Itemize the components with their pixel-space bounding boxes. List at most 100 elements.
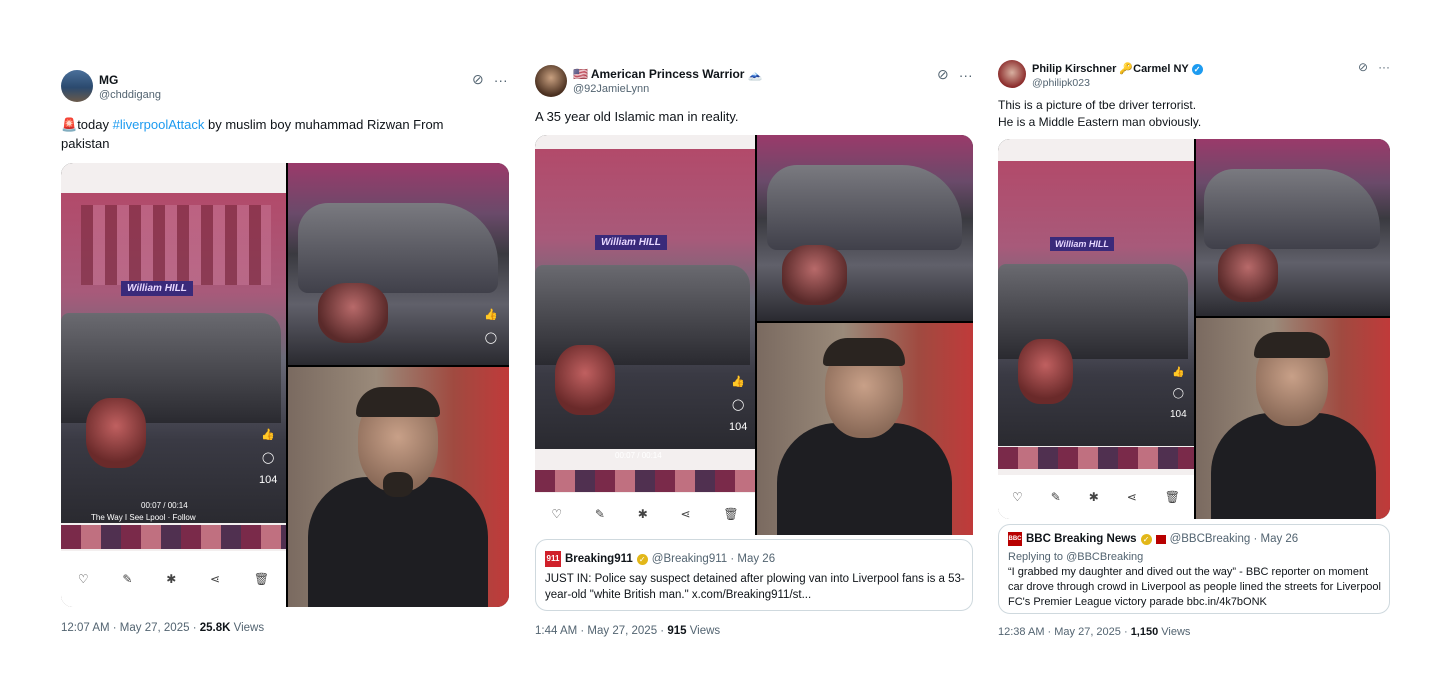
quoted-author-handle[interactable]: @BBCBreaking · May 26 (1170, 533, 1299, 545)
quoted-post-text: “I grabbed my daughter and dived out the… (1008, 566, 1381, 608)
siren-emoji: 🚨 (61, 117, 78, 132)
post-text-start: today (77, 117, 113, 132)
bbc-news-avatar: BBC (1008, 532, 1022, 546)
avatar[interactable] (535, 65, 567, 97)
video-time: 00:07 / 00:14 (615, 451, 662, 460)
media-man-photo (757, 323, 973, 535)
media-car-photo (757, 135, 973, 321)
comment-icon[interactable]: ◯ (732, 398, 744, 411)
comment-icon[interactable]: ◯ (1173, 388, 1184, 399)
views-label: Views (686, 625, 721, 637)
bbc-affiliate-badge (1155, 534, 1166, 544)
video-side-actions: 👍 ◯ 104 (259, 428, 277, 486)
phone-toolbar: ♡ ✎ ✱ ⋖ 🗑 (998, 475, 1194, 519)
author-handle[interactable]: @92JamieLynn (573, 83, 649, 95)
post-text-line1: This is a picture of tbe driver terroris… (998, 98, 1197, 112)
post-time[interactable]: 1:44 AM · May 27, 2025 · (535, 625, 667, 637)
more-icon[interactable]: ··· (959, 67, 973, 83)
quoted-post[interactable]: 911 Breaking911 ✓ @Breaking911 · May 26 … (535, 539, 973, 611)
header-actions: ⊘ ··· (1358, 60, 1390, 74)
thumbs-up-icon[interactable]: 👍 (261, 428, 275, 441)
author-name[interactable]: 🇺🇸 American Princess Warrior 🗻 (573, 67, 763, 81)
post-text-line2: He is a Middle Eastern man obviously. (998, 115, 1202, 129)
share-icon[interactable]: ⋖ (210, 572, 220, 586)
breaking911-avatar: 911 (545, 551, 561, 567)
comment-icon[interactable]: ◯ (262, 451, 274, 464)
avatar[interactable] (61, 70, 93, 102)
media-man-photo (1196, 318, 1390, 519)
pinwheel-icon[interactable]: ✱ (166, 572, 176, 586)
quoted-post-header: 911 Breaking911 ✓ @Breaking911 · May 26 (545, 551, 775, 567)
share-icon[interactable]: ⋖ (681, 507, 691, 521)
thumbs-up-icon[interactable]: 👍 (731, 375, 745, 388)
hashtag-link[interactable]: #liverpoolAttack (113, 117, 205, 132)
pencil-icon[interactable]: ✎ (1051, 490, 1061, 504)
post-time[interactable]: 12:38 AM · May 27, 2025 · (998, 626, 1131, 638)
quoted-author-handle[interactable]: @Breaking911 · May 26 (652, 553, 775, 565)
store-sign: William HILL (595, 235, 667, 250)
replying-to[interactable]: Replying to @BBCBreaking (1008, 549, 1143, 565)
post-time[interactable]: 12:07 AM · May 27, 2025 · (61, 622, 200, 634)
trash-icon[interactable]: 🗑 (254, 572, 269, 586)
comment-count: 104 (259, 474, 278, 486)
post-text: A 35 year old Islamic man in reality. (535, 109, 739, 124)
more-icon[interactable]: ··· (1378, 60, 1390, 74)
quoted-post-text: JUST IN: Police say suspect detained aft… (545, 573, 965, 601)
quoted-post-header: BBC BBC Breaking News ✓ @BBCBreaking · M… (1008, 532, 1298, 546)
header-actions: ⊘ ··· (937, 66, 973, 83)
media-car-photo: 👍 ◯ (288, 163, 509, 365)
post-mg[interactable]: MG @chddigang ⊘ ··· 🚨today #liverpoolAtt… (61, 70, 509, 640)
phone-toolbar: ♡ ✎ ✱ ⋖ 🗑 (535, 493, 755, 535)
verified-badge-icon: ✓ (1191, 64, 1203, 75)
heart-icon[interactable]: ♡ (78, 572, 89, 586)
avatar[interactable] (998, 60, 1026, 88)
post-footer: 12:07 AM · May 27, 2025 · 25.8K Views (61, 622, 264, 634)
views-count: 1,150 (1130, 626, 1159, 638)
post-media[interactable]: William HILL 👍 ◯ 104 ♡ ✎ ✱ ⋖ 🗑 (998, 139, 1390, 519)
author-name[interactable]: MG (99, 73, 118, 87)
quoted-author-name[interactable]: Breaking911 (565, 553, 633, 565)
post-footer: 12:38 AM · May 27, 2025 · 1,150 Views (998, 626, 1190, 638)
pencil-icon[interactable]: ✎ (595, 507, 605, 521)
post-philip-kirschner[interactable]: Philip Kirschner 🔑Carmel NY ✓ @philipk02… (998, 60, 1390, 650)
header-actions: ⊘ ··· (472, 71, 508, 88)
verified-badge-icon: ✓ (1140, 533, 1152, 545)
author-handle[interactable]: @chddigang (99, 89, 161, 101)
thumbs-up-icon[interactable]: 👍 (1172, 367, 1184, 378)
flag-emoji: 🇺🇸 (573, 67, 588, 81)
grok-icon[interactable]: ⊘ (472, 71, 484, 88)
grok-icon[interactable]: ⊘ (937, 66, 949, 83)
trash-icon[interactable]: 🗑 (723, 507, 738, 521)
heart-icon[interactable]: ♡ (1012, 490, 1023, 504)
media-car-photo (1196, 139, 1390, 316)
pinwheel-icon[interactable]: ✱ (1089, 490, 1099, 504)
views-label: Views (230, 622, 265, 634)
video-time: 00:07 / 00:14 (141, 501, 188, 510)
author-handle[interactable]: @philipk023 (1032, 77, 1090, 89)
post-media[interactable]: William HILL 👍 ◯ 104 00:07 / 00:14 ♡ ✎ ✱… (535, 135, 973, 535)
post-text: 🚨today #liverpoolAttack by muslim boy mu… (61, 115, 491, 153)
quoted-author-name[interactable]: BBC Breaking News (1026, 533, 1137, 545)
post-american-princess[interactable]: 🇺🇸 American Princess Warrior 🗻 @92JamieL… (535, 65, 975, 650)
comment-icon: ◯ (484, 332, 497, 344)
pencil-icon[interactable]: ✎ (122, 572, 132, 586)
video-caption: The Way I See Lpool · Follow (91, 513, 196, 522)
heart-icon[interactable]: ♡ (551, 507, 562, 521)
author-name[interactable]: Philip Kirschner 🔑Carmel NY ✓ (1032, 62, 1203, 75)
grok-icon[interactable]: ⊘ (1358, 60, 1368, 74)
post-media[interactable]: William HILL 👍 ◯ 104 00:07 / 00:14 The W… (61, 163, 509, 607)
key-emoji: 🔑 (1119, 63, 1134, 75)
media-phone-screenshot: William HILL 👍 ◯ 104 ♡ ✎ ✱ ⋖ 🗑 (998, 139, 1194, 519)
pinwheel-icon[interactable]: ✱ (638, 507, 648, 521)
post-text: This is a picture of tbe driver terroris… (998, 97, 1388, 131)
share-icon[interactable]: ⋖ (1127, 490, 1137, 504)
verified-badge-icon: ✓ (636, 553, 648, 565)
more-icon[interactable]: ··· (494, 72, 508, 88)
store-sign: William HILL (1050, 237, 1114, 251)
trash-icon[interactable]: 🗑 (1165, 490, 1180, 504)
post-footer: 1:44 AM · May 27, 2025 · 915 Views (535, 625, 720, 637)
media-phone-screenshot: William HILL 👍 ◯ 104 00:07 / 00:14 ♡ ✎ ✱… (535, 135, 755, 535)
thumbs-up-icon: 👍 (484, 309, 498, 321)
views-count: 25.8K (199, 622, 231, 634)
quoted-post[interactable]: BBC BBC Breaking News ✓ @BBCBreaking · M… (998, 524, 1390, 614)
